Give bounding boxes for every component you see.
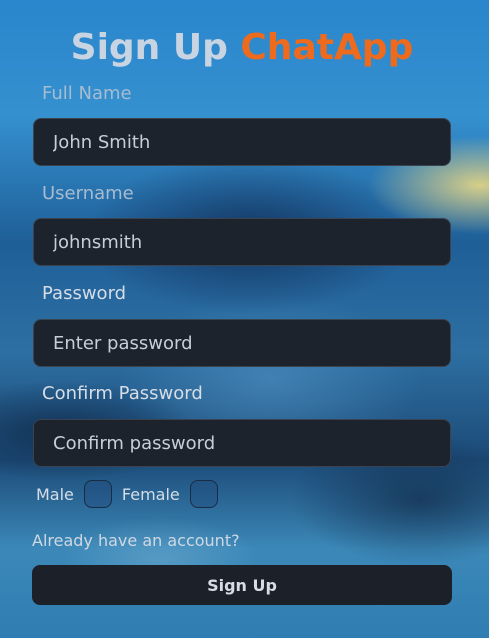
male-checkbox[interactable] — [83, 480, 112, 508]
sign-up-button[interactable]: Sign Up — [32, 565, 452, 605]
female-label: Female — [121, 484, 180, 504]
username-label: Username — [42, 183, 134, 204]
title-prefix: Sign Up — [70, 27, 228, 68]
full-name-input[interactable] — [33, 118, 451, 166]
login-link[interactable]: Already have an account? — [32, 530, 240, 552]
password-input[interactable] — [33, 319, 451, 367]
female-checkbox[interactable] — [189, 480, 218, 508]
brand-name: ChatApp — [240, 27, 414, 68]
confirm-password-input[interactable] — [33, 419, 451, 467]
full-name-label: Full Name — [42, 83, 132, 104]
page-title: Sign Up ChatApp — [0, 26, 484, 70]
confirm-password-label: Confirm Password — [42, 383, 203, 404]
gender-selector: Male Female — [36, 478, 228, 510]
password-label: Password — [42, 283, 127, 304]
signup-card: Sign Up ChatApp Full Name Username Passw… — [0, 0, 489, 638]
username-input[interactable] — [33, 218, 451, 266]
male-label: Male — [36, 484, 74, 504]
